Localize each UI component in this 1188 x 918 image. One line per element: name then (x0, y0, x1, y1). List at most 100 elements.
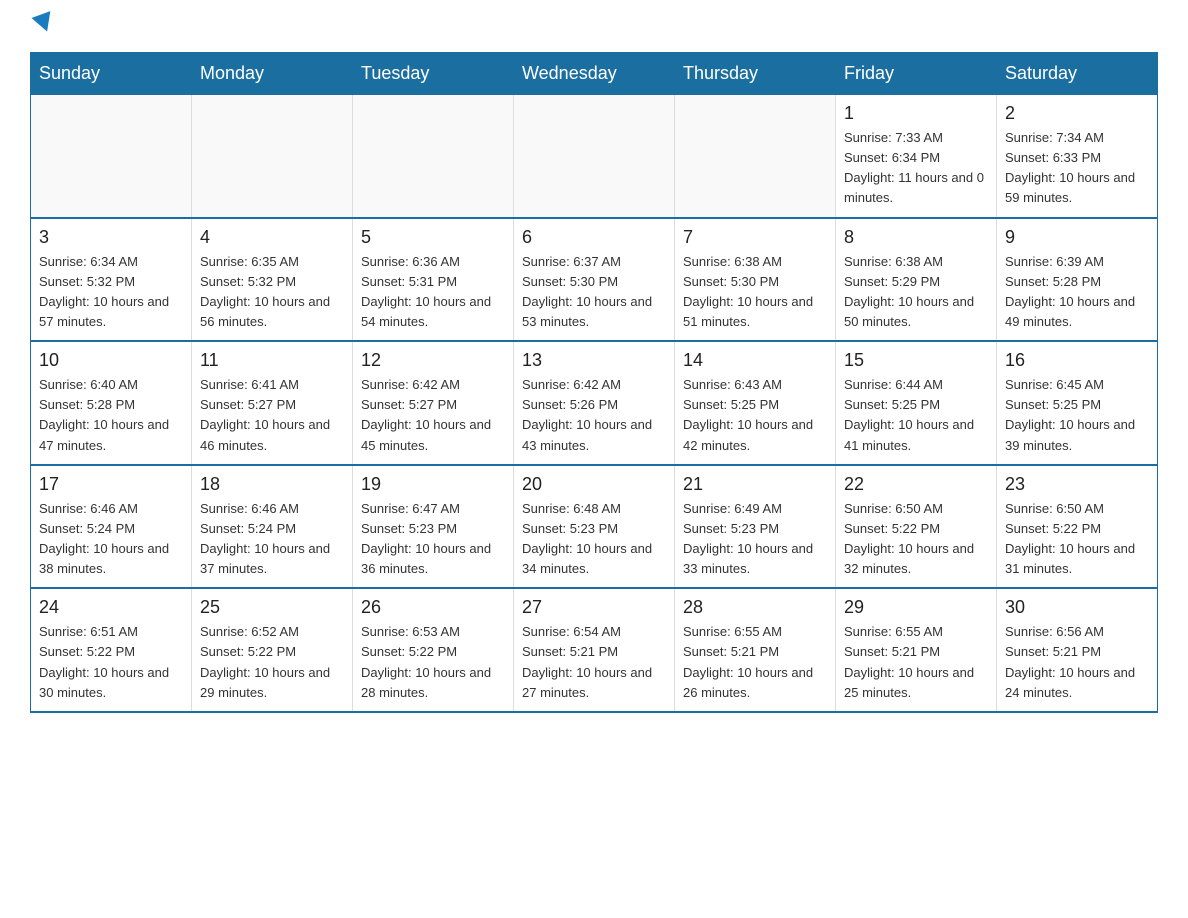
table-row: 18 Sunrise: 6:46 AMSunset: 5:24 PMDayligh… (192, 465, 353, 589)
day-info: Sunrise: 6:55 AMSunset: 5:21 PMDaylight:… (844, 622, 988, 703)
table-row: 7 Sunrise: 6:38 AMSunset: 5:30 PMDaylight… (675, 218, 836, 342)
day-number: 8 (844, 227, 988, 248)
table-row: 9 Sunrise: 6:39 AMSunset: 5:28 PMDaylight… (997, 218, 1158, 342)
col-thursday: Thursday (675, 53, 836, 95)
table-row: 5 Sunrise: 6:36 AMSunset: 5:31 PMDaylight… (353, 218, 514, 342)
calendar-week-row: 3 Sunrise: 6:34 AMSunset: 5:32 PMDaylight… (31, 218, 1158, 342)
table-row: 25Sunrise: 6:52 AMSunset: 5:22 PMDayligh… (192, 588, 353, 712)
table-row: 17Sunrise: 6:46 AMSunset: 5:24 PMDayligh… (31, 465, 192, 589)
table-row: 27Sunrise: 6:54 AMSunset: 5:21 PMDayligh… (514, 588, 675, 712)
table-row: 4 Sunrise: 6:35 AMSunset: 5:32 PMDaylight… (192, 218, 353, 342)
day-number: 24 (39, 597, 183, 618)
day-number: 11 (200, 350, 344, 371)
day-number: 2 (1005, 103, 1149, 124)
day-number: 27 (522, 597, 666, 618)
day-info: Sunrise: 6:50 AMSunset: 5:22 PMDaylight:… (1005, 499, 1149, 580)
day-number: 4 (200, 227, 344, 248)
day-number: 6 (522, 227, 666, 248)
day-info: Sunrise: 6:56 AMSunset: 5:21 PMDaylight:… (1005, 622, 1149, 703)
table-row: 16 Sunrise: 6:45 AMSunset: 5:25 PMDayligh… (997, 341, 1158, 465)
day-info: Sunrise: 6:44 AMSunset: 5:25 PMDaylight:… (844, 375, 988, 456)
day-info: Sunrise: 6:38 AMSunset: 5:30 PMDaylight:… (683, 252, 827, 333)
table-row: 11 Sunrise: 6:41 AMSunset: 5:27 PMDayligh… (192, 341, 353, 465)
page-header (30, 20, 1158, 32)
calendar-week-row: 17 Sunrise: 6:46 AMSunset: 5:24 PMDayligh… (31, 465, 1158, 589)
col-sunday: Sunday (31, 53, 192, 95)
day-info: Sunrise: 6:37 AMSunset: 5:30 PMDaylight:… (522, 252, 666, 333)
day-number: 16 (1005, 350, 1149, 371)
day-number: 1 (844, 103, 988, 124)
table-row: 20 Sunrise: 6:48 AMSunset: 5:23 PMDayligh… (514, 465, 675, 589)
calendar-week-row: 24 Sunrise: 6:51 AMSunset: 5:22 PMDayligh… (31, 588, 1158, 712)
calendar-table: Sunday Monday Tuesday Wednesday Thursday… (30, 52, 1158, 713)
day-info: Sunrise: 6:41 AMSunset: 5:27 PMDaylight:… (200, 375, 344, 456)
day-info: Sunrise: 7:34 AMSunset: 6:33 PMDaylight:… (1005, 128, 1149, 209)
table-row: 21 Sunrise: 6:49 AMSunset: 5:23 PMDayligh… (675, 465, 836, 589)
col-wednesday: Wednesday (514, 53, 675, 95)
calendar-week-row: 10 Sunrise: 6:40 AMSunset: 5:28 PMDayligh… (31, 341, 1158, 465)
day-number: 7 (683, 227, 827, 248)
table-row: 3 Sunrise: 6:34 AMSunset: 5:32 PMDaylight… (31, 218, 192, 342)
calendar-week-row: 1 Sunrise: 7:33 AMSunset: 6:34 PMDaylight… (31, 95, 1158, 218)
day-number: 30 (1005, 597, 1149, 618)
day-info: Sunrise: 6:42 AMSunset: 5:27 PMDaylight:… (361, 375, 505, 456)
day-number: 12 (361, 350, 505, 371)
table-row: 8 Sunrise: 6:38 AMSunset: 5:29 PMDaylight… (836, 218, 997, 342)
col-monday: Monday (192, 53, 353, 95)
day-info: Sunrise: 6:42 AMSunset: 5:26 PMDaylight:… (522, 375, 666, 456)
table-row: 12 Sunrise: 6:42 AMSunset: 5:27 PMDayligh… (353, 341, 514, 465)
col-tuesday: Tuesday (353, 53, 514, 95)
table-row: 22 Sunrise: 6:50 AMSunset: 5:22 PMDayligh… (836, 465, 997, 589)
table-row (514, 95, 675, 218)
day-number: 19 (361, 474, 505, 495)
day-info: Sunrise: 6:46 AMSunset: 5:24 PMDaylight:… (200, 499, 344, 580)
table-row: 28 Sunrise: 6:55 AMSunset: 5:21 PMDayligh… (675, 588, 836, 712)
day-info: Sunrise: 7:33 AMSunset: 6:34 PMDaylight:… (844, 128, 988, 209)
day-number: 17 (39, 474, 183, 495)
day-number: 18 (200, 474, 344, 495)
day-number: 26 (361, 597, 505, 618)
table-row: 23 Sunrise: 6:50 AMSunset: 5:22 PMDayligh… (997, 465, 1158, 589)
day-info: Sunrise: 6:48 AMSunset: 5:23 PMDaylight:… (522, 499, 666, 580)
table-row: 24 Sunrise: 6:51 AMSunset: 5:22 PMDayligh… (31, 588, 192, 712)
day-number: 10 (39, 350, 183, 371)
day-number: 20 (522, 474, 666, 495)
day-info: Sunrise: 6:45 AMSunset: 5:25 PMDaylight:… (1005, 375, 1149, 456)
table-row: 26Sunrise: 6:53 AMSunset: 5:22 PMDayligh… (353, 588, 514, 712)
day-info: Sunrise: 6:40 AMSunset: 5:28 PMDaylight:… (39, 375, 183, 456)
col-friday: Friday (836, 53, 997, 95)
day-info: Sunrise: 6:35 AMSunset: 5:32 PMDaylight:… (200, 252, 344, 333)
day-info: Sunrise: 6:51 AMSunset: 5:22 PMDaylight:… (39, 622, 183, 703)
day-info: Sunrise: 6:38 AMSunset: 5:29 PMDaylight:… (844, 252, 988, 333)
day-number: 21 (683, 474, 827, 495)
table-row: 14Sunrise: 6:43 AMSunset: 5:25 PMDayligh… (675, 341, 836, 465)
day-info: Sunrise: 6:49 AMSunset: 5:23 PMDaylight:… (683, 499, 827, 580)
table-row: 19 Sunrise: 6:47 AMSunset: 5:23 PMDayligh… (353, 465, 514, 589)
day-info: Sunrise: 6:52 AMSunset: 5:22 PMDaylight:… (200, 622, 344, 703)
day-number: 22 (844, 474, 988, 495)
table-row (31, 95, 192, 218)
day-info: Sunrise: 6:39 AMSunset: 5:28 PMDaylight:… (1005, 252, 1149, 333)
day-number: 28 (683, 597, 827, 618)
day-info: Sunrise: 6:50 AMSunset: 5:22 PMDaylight:… (844, 499, 988, 580)
table-row: 13Sunrise: 6:42 AMSunset: 5:26 PMDayligh… (514, 341, 675, 465)
table-row: 30 Sunrise: 6:56 AMSunset: 5:21 PMDayligh… (997, 588, 1158, 712)
day-number: 14 (683, 350, 827, 371)
day-number: 15 (844, 350, 988, 371)
col-saturday: Saturday (997, 53, 1158, 95)
day-number: 29 (844, 597, 988, 618)
day-info: Sunrise: 6:55 AMSunset: 5:21 PMDaylight:… (683, 622, 827, 703)
day-number: 5 (361, 227, 505, 248)
day-number: 3 (39, 227, 183, 248)
table-row: 1 Sunrise: 7:33 AMSunset: 6:34 PMDaylight… (836, 95, 997, 218)
table-row: 29 Sunrise: 6:55 AMSunset: 5:21 PMDayligh… (836, 588, 997, 712)
day-number: 23 (1005, 474, 1149, 495)
day-info: Sunrise: 6:34 AMSunset: 5:32 PMDaylight:… (39, 252, 183, 333)
table-row: 15 Sunrise: 6:44 AMSunset: 5:25 PMDayligh… (836, 341, 997, 465)
table-row: 6 Sunrise: 6:37 AMSunset: 5:30 PMDaylight… (514, 218, 675, 342)
day-number: 9 (1005, 227, 1149, 248)
table-row (192, 95, 353, 218)
logo (30, 20, 54, 32)
day-info: Sunrise: 6:47 AMSunset: 5:23 PMDaylight:… (361, 499, 505, 580)
day-info: Sunrise: 6:36 AMSunset: 5:31 PMDaylight:… (361, 252, 505, 333)
